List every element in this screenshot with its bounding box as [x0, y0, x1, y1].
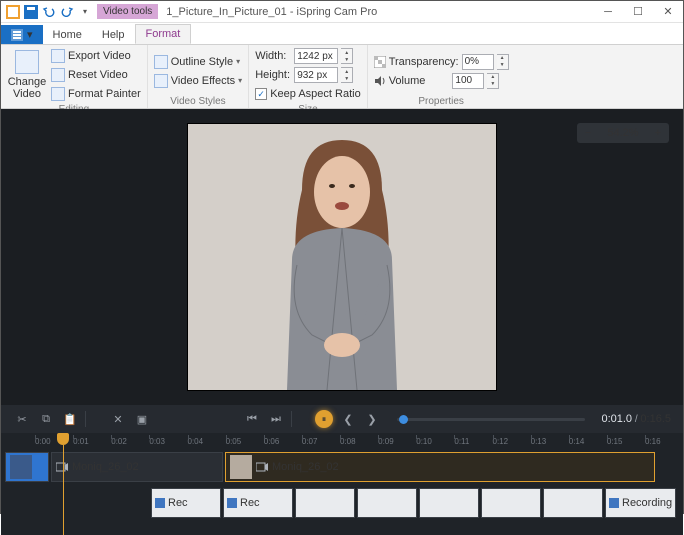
width-label: Width: — [255, 50, 291, 62]
height-label: Height: — [255, 69, 291, 81]
title-bar: ▾ Video tools 1_Picture_In_Picture_01 - … — [1, 1, 683, 23]
pause-button[interactable]: ⏸ — [315, 410, 333, 428]
cut-icon[interactable]: ✂ — [13, 410, 31, 428]
tab-home[interactable]: Home — [43, 26, 92, 44]
video-track-2[interactable]: Rec Rec Recording — [1, 485, 683, 521]
clip-selected[interactable] — [5, 452, 49, 482]
group-size: Width:1242 px▲▼ Height:932 px▲▼ ✓Keep As… — [249, 45, 368, 108]
timeline-ruler[interactable]: 0:00 0:01 0:02 0:03 0:04 0:05 0:06 0:07 … — [1, 433, 683, 449]
save-icon[interactable] — [23, 4, 39, 20]
transparency-input[interactable]: 0% — [462, 54, 494, 70]
close-button[interactable]: ✕ — [653, 1, 683, 23]
group-video-styles: Outline Style▾ Video Effects▾ Video Styl… — [148, 45, 249, 108]
time-display: 0:01.0 / 0:16.5 — [601, 413, 671, 425]
playback-controls: ✂ ⧉ 📋 ✕ ▣ ⏮ ⏭ ⏸ ❮ ❯ 0:01.0 / 0:16.5 — [1, 405, 683, 433]
video-canvas[interactable]: − 54.2% + — [1, 109, 683, 405]
tab-help[interactable]: Help — [92, 26, 135, 44]
outline-style-dropdown[interactable]: Outline Style▾ — [154, 53, 242, 71]
transparency-icon — [374, 56, 386, 68]
timeline: 0:00 0:01 0:02 0:03 0:04 0:05 0:06 0:07 … — [1, 433, 683, 535]
zoom-in-button[interactable]: + — [647, 123, 669, 143]
quick-access-toolbar: ▾ — [1, 4, 97, 20]
volume-input[interactable]: 100 — [452, 73, 484, 89]
copy-icon[interactable]: ⧉ — [37, 410, 55, 428]
qat-dropdown-icon[interactable]: ▾ — [77, 4, 93, 20]
skip-start-icon[interactable]: ⏮ — [243, 410, 261, 428]
playhead[interactable] — [57, 433, 69, 535]
zoom-out-button[interactable]: − — [577, 123, 599, 143]
record-icon — [155, 498, 165, 508]
paste-icon[interactable]: 📋 — [61, 410, 79, 428]
transparency-spinner[interactable]: ▲▼ — [497, 54, 509, 70]
record-icon — [609, 498, 619, 508]
context-tab-video-tools: Video tools — [97, 4, 158, 19]
export-video-button[interactable]: Export Video — [51, 47, 141, 65]
volume-icon — [374, 75, 386, 87]
group-properties: Transparency:0%▲▼ Volume100▲▼ Properties — [368, 45, 515, 108]
height-input[interactable]: 932 px — [294, 67, 338, 83]
video-icon — [256, 461, 268, 473]
zoom-control: − 54.2% + — [577, 123, 669, 143]
zoom-value: 54.2% — [599, 123, 646, 143]
minimize-button[interactable]: ─ — [593, 1, 623, 23]
volume-label: Volume — [389, 75, 426, 87]
width-input[interactable]: 1242 px — [294, 48, 338, 64]
skip-end-icon[interactable]: ⏭ — [267, 410, 285, 428]
change-video-button[interactable]: Change Video — [7, 47, 47, 103]
window-title: 1_Picture_In_Picture_01 - iSpring Cam Pr… — [166, 6, 377, 18]
keep-aspect-checkbox[interactable]: ✓Keep Aspect Ratio — [255, 85, 361, 103]
maximize-button[interactable]: ☐ — [623, 1, 653, 23]
format-painter-button[interactable]: Format Painter — [51, 85, 141, 103]
frame-forward-icon[interactable]: ❯ — [363, 410, 381, 428]
undo-icon[interactable] — [41, 4, 57, 20]
file-tab[interactable]: ▾ — [1, 25, 43, 44]
video-effects-dropdown[interactable]: Video Effects▾ — [154, 72, 242, 90]
app-icon — [5, 4, 21, 20]
transparency-label: Transparency: — [389, 56, 459, 68]
group-editing: Change Video Export Video Reset Video Fo… — [1, 45, 148, 108]
clip-moniq-a[interactable]: Moniq_26_02 — [51, 452, 223, 482]
ribbon: Change Video Export Video Reset Video Fo… — [1, 45, 683, 109]
ribbon-tabs: ▾ Home Help Format — [1, 23, 683, 45]
progress-thumb[interactable] — [399, 415, 408, 424]
video-track-1[interactable]: Moniq_26_02 Moniq_26_02 — [1, 449, 683, 485]
crop-icon[interactable]: ▣ — [133, 410, 151, 428]
presenter-figure — [232, 130, 452, 390]
volume-spinner[interactable]: ▲▼ — [487, 73, 499, 89]
tab-format[interactable]: Format — [135, 24, 192, 44]
progress-bar[interactable] — [397, 418, 585, 421]
height-spinner[interactable]: ▲▼ — [341, 67, 353, 83]
clip-moniq-b[interactable]: Moniq_26_02 — [225, 452, 655, 482]
delete-icon[interactable]: ✕ — [109, 410, 127, 428]
reset-video-button[interactable]: Reset Video — [51, 66, 141, 84]
video-frame[interactable] — [187, 123, 497, 391]
width-spinner[interactable]: ▲▼ — [341, 48, 353, 64]
record-icon — [227, 498, 237, 508]
frame-back-icon[interactable]: ❮ — [339, 410, 357, 428]
redo-icon[interactable] — [59, 4, 75, 20]
